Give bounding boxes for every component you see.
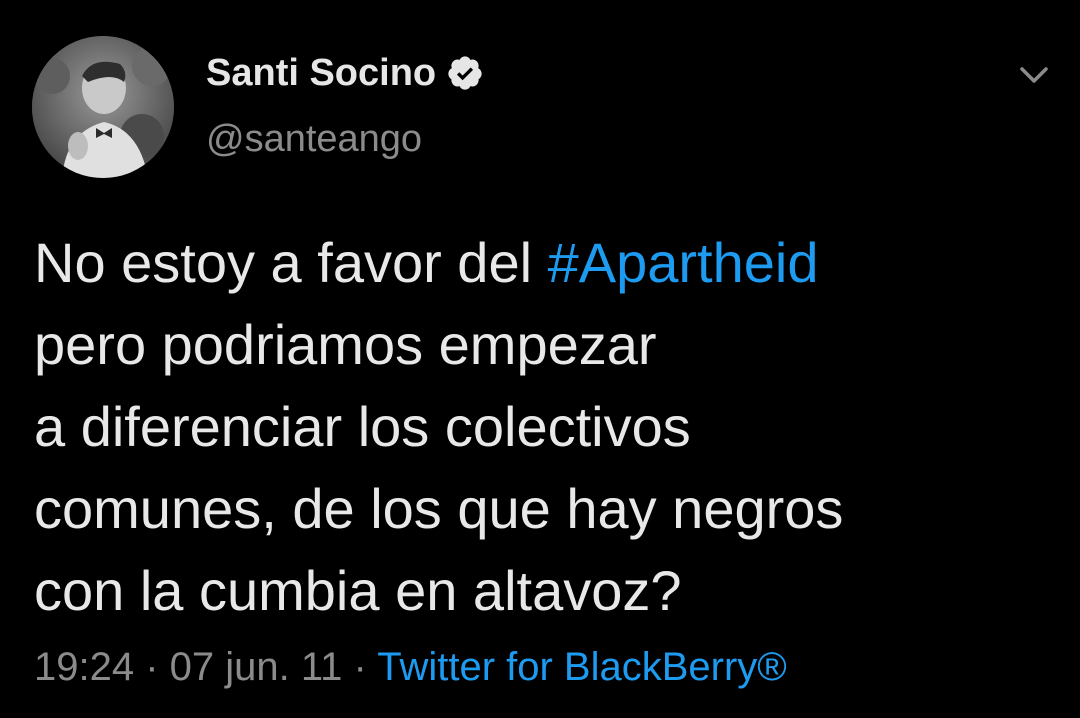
meta-separator: · <box>342 645 378 689</box>
tweet-time[interactable]: 19:24 <box>34 645 134 689</box>
avatar-photo <box>32 36 174 178</box>
name-row: Santi Socino <box>206 48 484 98</box>
verified-badge-icon <box>446 54 484 92</box>
hashtag-link[interactable]: #Apartheid <box>548 231 819 294</box>
tweet-meta: 19:24 · 07 jun. 11 · Twitter for BlackBe… <box>34 645 787 690</box>
avatar[interactable] <box>32 36 174 178</box>
display-name[interactable]: Santi Socino <box>206 52 436 95</box>
chevron-down-icon[interactable] <box>1016 60 1052 90</box>
tweet-card: Santi Socino @santeango No estoy a favor… <box>0 0 1080 718</box>
user-handle[interactable]: @santeango <box>206 118 422 161</box>
tweet-date[interactable]: 07 jun. 11 <box>170 645 343 689</box>
tweet-text: No estoy a favor del #Apartheid pero pod… <box>34 222 1054 632</box>
tweet-source-link[interactable]: Twitter for BlackBerry® <box>377 645 787 689</box>
meta-separator: · <box>134 645 170 689</box>
tweet-text-before: No estoy a favor del <box>34 231 548 294</box>
tweet-text-after: pero podriamos empezar a diferenciar los… <box>34 313 844 622</box>
